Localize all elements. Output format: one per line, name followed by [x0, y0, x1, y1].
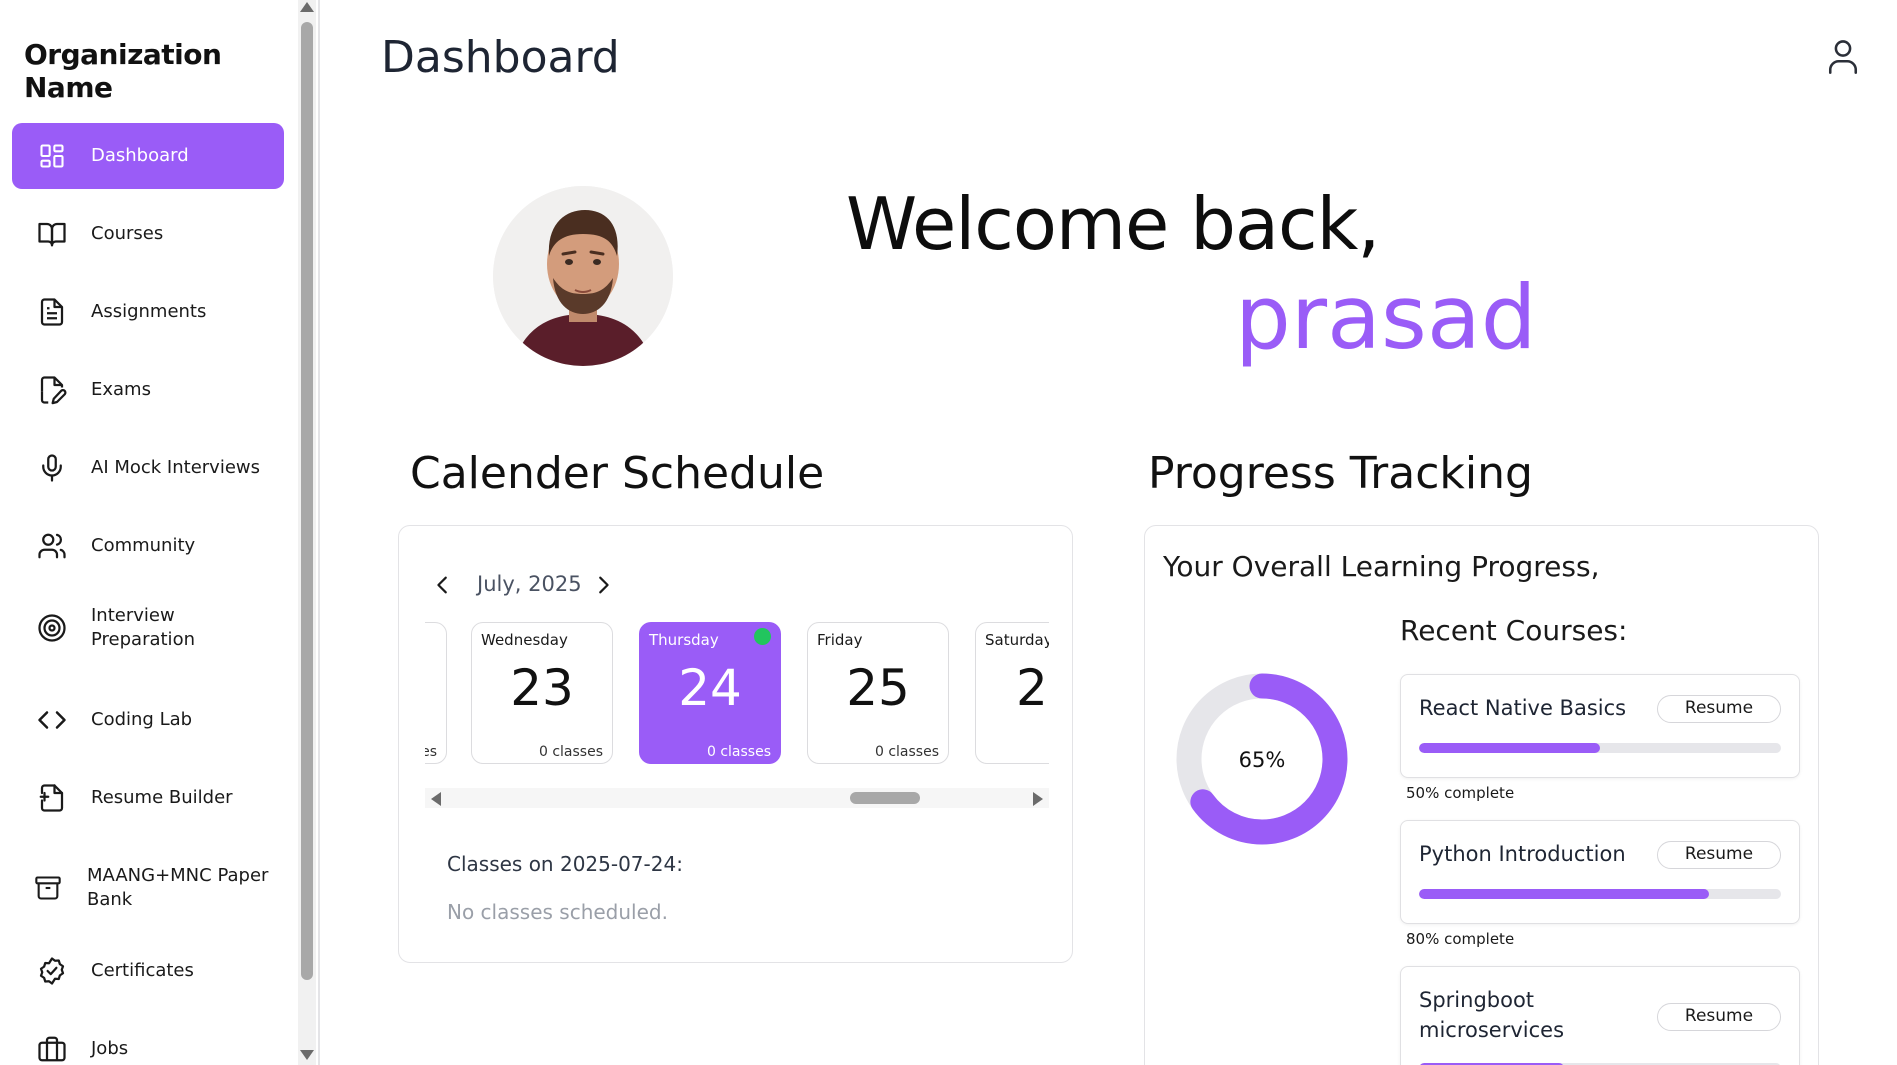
sidebar: Organization Name Dashboard Courses Assi… [0, 0, 296, 1065]
sidebar-item-community[interactable]: Community [12, 513, 284, 579]
target-icon [37, 613, 67, 643]
page-title: Dashboard [381, 32, 620, 83]
day-name: Wednesday [481, 631, 568, 649]
day-number: 23 [510, 659, 574, 717]
badge-check-icon [37, 956, 67, 986]
resume-button[interactable]: Resume [1657, 695, 1781, 723]
sidebar-scrollbar[interactable] [298, 0, 316, 1065]
sidebar-item-label: Dashboard [91, 145, 189, 166]
progress-track [1419, 743, 1781, 753]
day-number: 25 [846, 659, 910, 717]
recent-courses-title: Recent Courses: [1400, 614, 1628, 647]
course-percent-label: 50% complete [1406, 784, 1515, 802]
sidebar-item-resume-builder[interactable]: Resume Builder [12, 765, 284, 831]
course-percent-label: 80% complete [1406, 930, 1515, 948]
sidebar-item-label: AI Mock Interviews [91, 457, 261, 478]
microphone-icon [37, 453, 67, 483]
course-name: Springboot microservices [1419, 988, 1565, 1042]
progress-section-title: Progress Tracking [1148, 448, 1533, 499]
sidebar-item-label: Community [91, 535, 196, 556]
resume-button[interactable]: Resume [1657, 841, 1781, 869]
course-name: Python Introduction [1419, 842, 1626, 866]
day-number: 2 [1016, 659, 1048, 717]
scroll-left-arrow-icon[interactable] [431, 792, 441, 806]
calendar-day[interactable]: Friday 25 0 classes [807, 622, 949, 764]
chevron-right-icon[interactable] [592, 574, 614, 596]
calendar-days-strip[interactable]: es Wednesday 23 0 classes Thursday 24 0 … [425, 622, 1049, 770]
sidebar-divider [318, 0, 320, 1065]
course-card: React Native Basics Resume [1400, 674, 1800, 778]
day-classes: es [425, 744, 437, 760]
sidebar-item-interview-preparation[interactable]: Interview Preparation [12, 591, 284, 665]
scroll-thumb[interactable] [850, 792, 920, 804]
day-name: Friday [817, 631, 863, 649]
day-classes: 0 classes [874, 744, 939, 760]
scroll-right-arrow-icon[interactable] [1033, 792, 1043, 806]
sidebar-item-ai-mock-interviews[interactable]: AI Mock Interviews [12, 435, 284, 501]
avatar [493, 186, 673, 366]
book-open-icon [37, 219, 67, 249]
sidebar-item-assignments[interactable]: Assignments [12, 279, 284, 345]
scroll-up-arrow-icon[interactable] [300, 2, 314, 12]
chevron-left-icon[interactable] [432, 574, 454, 596]
sidebar-item-label: Certificates [91, 960, 194, 981]
sidebar-item-label: MAANG+MNC Paper Bank [87, 865, 269, 910]
sidebar-item-label: Assignments [91, 301, 207, 322]
course-card: Python Introduction Resume [1400, 820, 1800, 924]
file-text-icon [37, 297, 67, 327]
sidebar-item-coding-lab[interactable]: Coding Lab [12, 687, 284, 753]
progress-track [1419, 889, 1781, 899]
sidebar-item-dashboard[interactable]: Dashboard [12, 123, 284, 189]
calendar-day[interactable]: Saturday 2 [975, 622, 1049, 764]
archive-icon [33, 873, 63, 903]
sidebar-item-paper-bank[interactable]: MAANG+MNC Paper Bank [12, 843, 284, 933]
org-name: Organization Name [24, 38, 222, 104]
status-dot [754, 628, 771, 645]
calendar-month: July, 2025 [477, 572, 582, 596]
sidebar-item-label: Coding Lab [91, 709, 193, 730]
code-icon [37, 705, 67, 735]
users-icon [37, 531, 67, 561]
sidebar-item-label: Courses [91, 223, 164, 244]
no-classes-message: No classes scheduled. [447, 900, 668, 924]
day-name: Thursday [649, 631, 719, 649]
progress-fill [1419, 889, 1709, 899]
day-classes: 0 classes [538, 744, 603, 760]
overall-progress-donut: 65% [1171, 668, 1353, 850]
briefcase-icon [37, 1034, 67, 1064]
scroll-down-arrow-icon[interactable] [300, 1050, 314, 1060]
sidebar-item-jobs[interactable]: Jobs [12, 1016, 284, 1065]
calendar-day[interactable]: Wednesday 23 0 classes [471, 622, 613, 764]
classes-on-date: Classes on 2025-07-24: [447, 852, 683, 876]
progress-fill [1419, 743, 1600, 753]
dashboard-grid-icon [37, 141, 67, 171]
calendar-section-title: Calender Schedule [410, 448, 825, 499]
calendar-day[interactable]: es [425, 622, 447, 764]
sidebar-item-label: Jobs [91, 1038, 129, 1059]
scroll-thumb[interactable] [301, 22, 313, 980]
progress-heading: Your Overall Learning Progress, [1163, 550, 1600, 583]
day-name: Saturday [985, 631, 1049, 649]
calendar-horizontal-scrollbar[interactable] [425, 788, 1049, 808]
calendar-card: July, 2025 es Wednesday 23 0 classes Thu… [398, 525, 1073, 963]
calendar-day-selected[interactable]: Thursday 24 0 classes [639, 622, 781, 764]
day-classes: 0 classes [706, 744, 771, 760]
sidebar-item-exams[interactable]: Exams [12, 357, 284, 423]
progress-card: Your Overall Learning Progress, 65% Rece… [1144, 525, 1819, 1065]
resume-button[interactable]: Resume [1657, 1003, 1781, 1031]
file-plus-icon [37, 783, 67, 813]
sidebar-item-label: Exams [91, 379, 151, 400]
sidebar-item-label: Interview Preparation [91, 605, 195, 650]
user-icon[interactable] [1826, 38, 1860, 76]
course-card: Springboot microservices Resume [1400, 966, 1800, 1065]
welcome-greeting: Welcome back, [846, 182, 1380, 266]
file-edit-icon [37, 375, 67, 405]
sidebar-item-certificates[interactable]: Certificates [12, 938, 284, 1004]
welcome-username: prasad [1235, 266, 1537, 369]
course-name: React Native Basics [1419, 696, 1627, 720]
sidebar-item-label: Resume Builder [91, 787, 233, 808]
donut-percent-label: 65% [1239, 748, 1286, 772]
sidebar-item-courses[interactable]: Courses [12, 201, 284, 267]
day-number: 24 [678, 659, 742, 717]
